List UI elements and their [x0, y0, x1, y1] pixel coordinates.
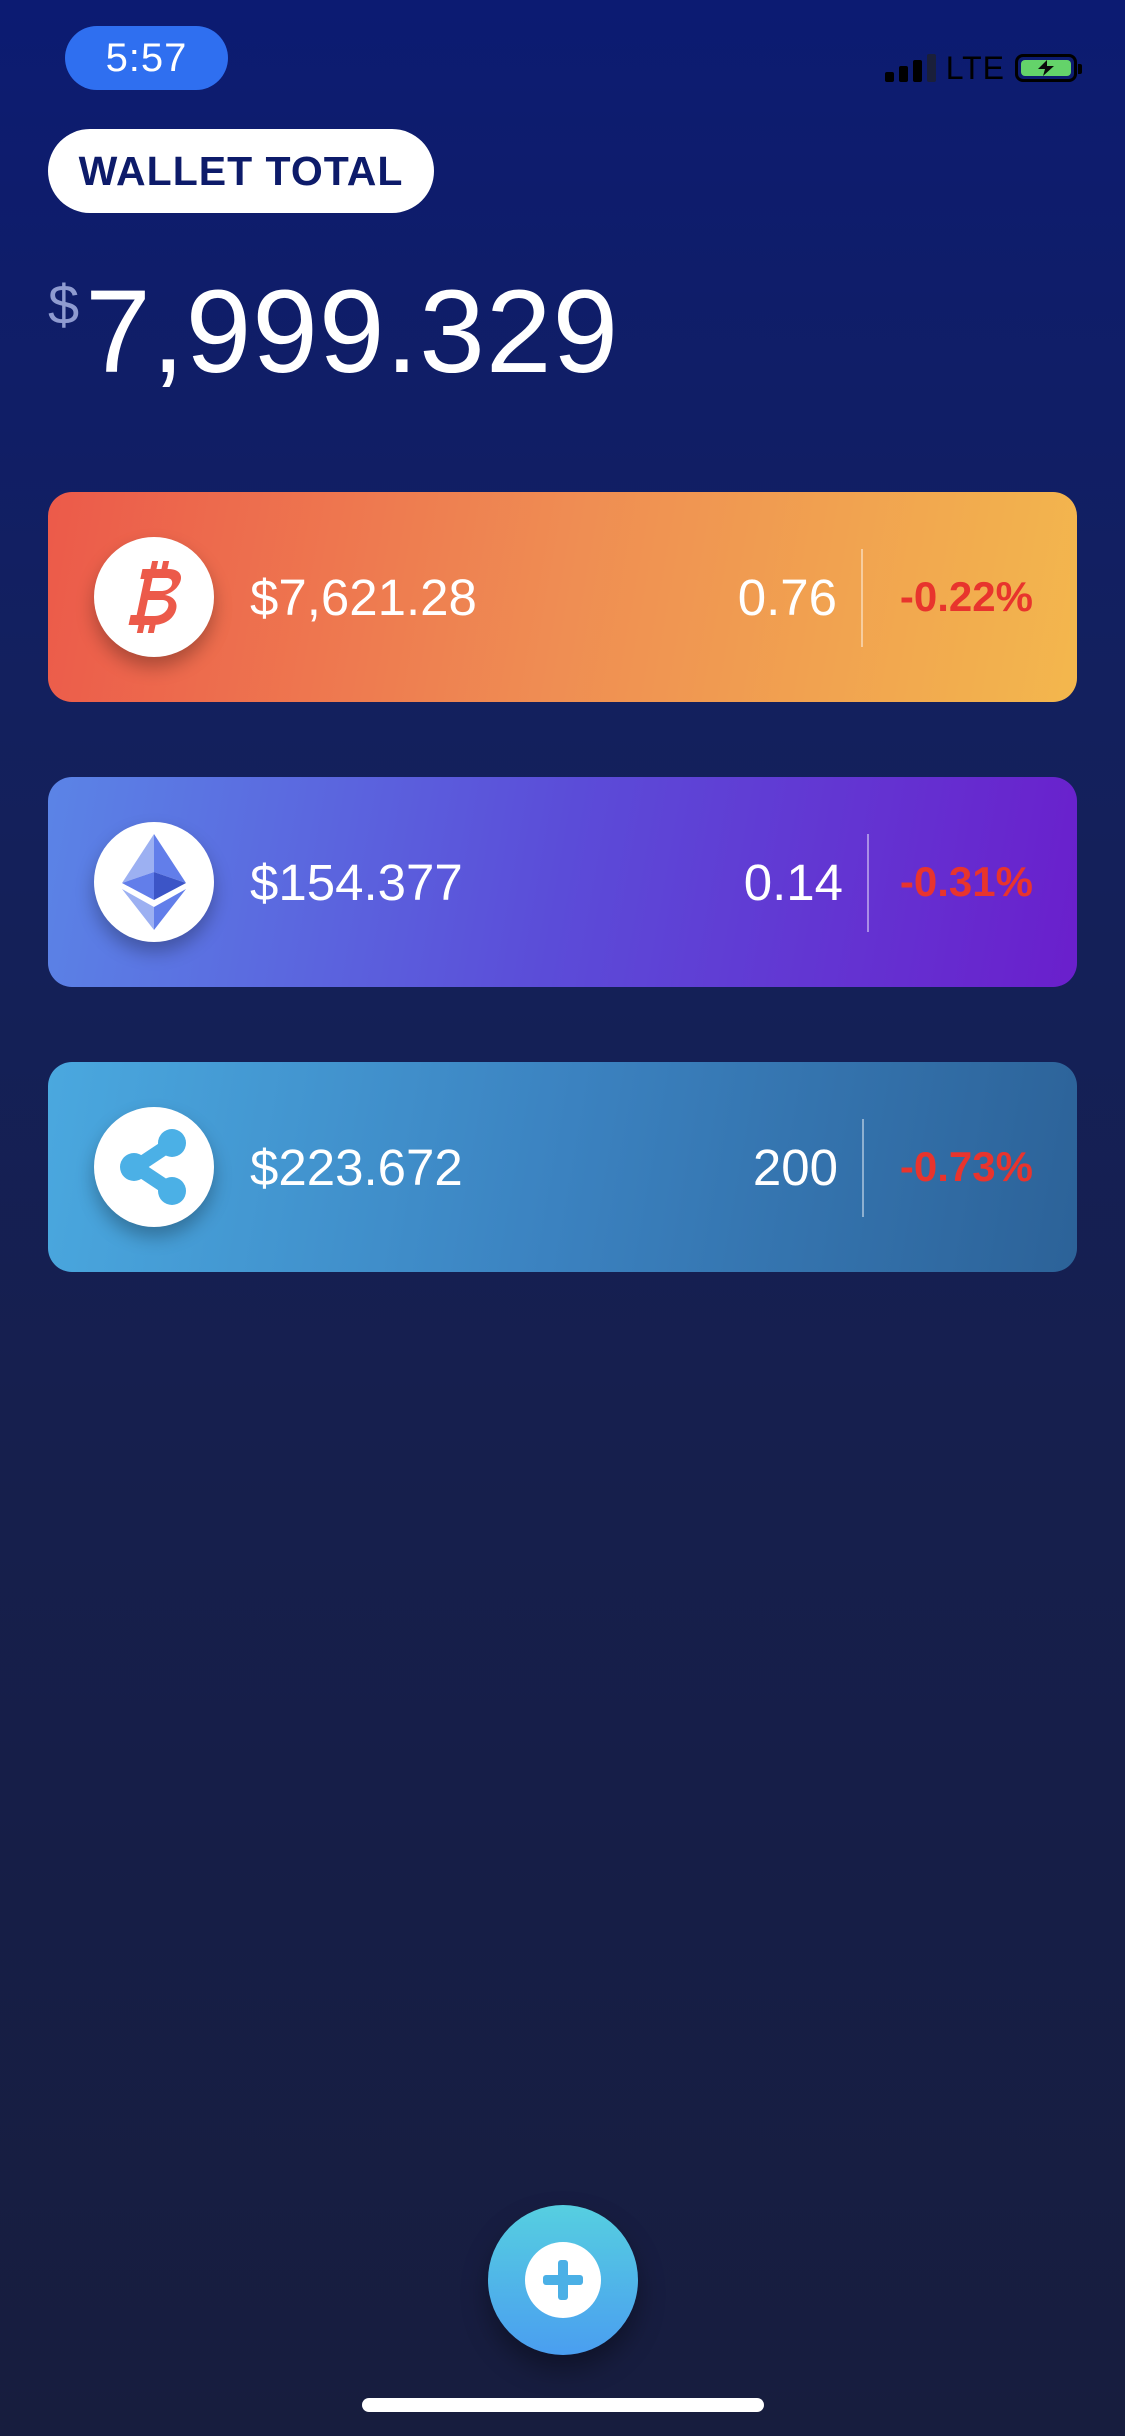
wallet-total-label: WALLET TOTAL	[48, 129, 434, 213]
ethereum-icon	[94, 822, 214, 942]
network-type: LTE	[945, 49, 1005, 86]
coin-quantity: 0.14	[743, 853, 843, 911]
coin-change: -0.73%	[899, 1143, 1033, 1190]
coin-price: $154.377	[250, 853, 463, 911]
coin-card-bitcoin[interactable]: $7,621.28 0.76 -0.22%	[48, 492, 1077, 702]
coin-quantity: 0.76	[737, 568, 837, 626]
coin-price: $223.672	[250, 1138, 463, 1196]
ripple-icon	[94, 1107, 214, 1227]
currency-symbol: $	[48, 273, 80, 336]
total-amount: 7,999.329	[85, 266, 620, 398]
wallet-total-value: $ 7,999.329	[48, 262, 619, 402]
card-divider	[862, 1119, 864, 1217]
bolt-icon	[1038, 60, 1054, 76]
home-indicator[interactable]	[362, 2398, 764, 2412]
coin-change: -0.22%	[899, 573, 1033, 620]
card-divider	[867, 834, 869, 932]
battery-charging-icon	[1015, 54, 1082, 82]
status-indicators: LTE	[884, 48, 1082, 88]
card-divider	[861, 549, 863, 647]
bitcoin-icon	[94, 537, 214, 657]
add-coin-button[interactable]	[488, 2205, 638, 2355]
signal-icon	[884, 54, 936, 82]
coin-card-ripple[interactable]: $223.672 200 -0.73%	[48, 1062, 1077, 1272]
status-time: 5:57	[65, 26, 228, 90]
coin-price: $7,621.28	[250, 568, 477, 626]
coin-card-ethereum[interactable]: $154.377 0.14 -0.31%	[48, 777, 1077, 987]
coin-change: -0.31%	[899, 858, 1033, 905]
coin-quantity: 200	[752, 1138, 838, 1196]
plus-icon	[525, 2242, 601, 2318]
